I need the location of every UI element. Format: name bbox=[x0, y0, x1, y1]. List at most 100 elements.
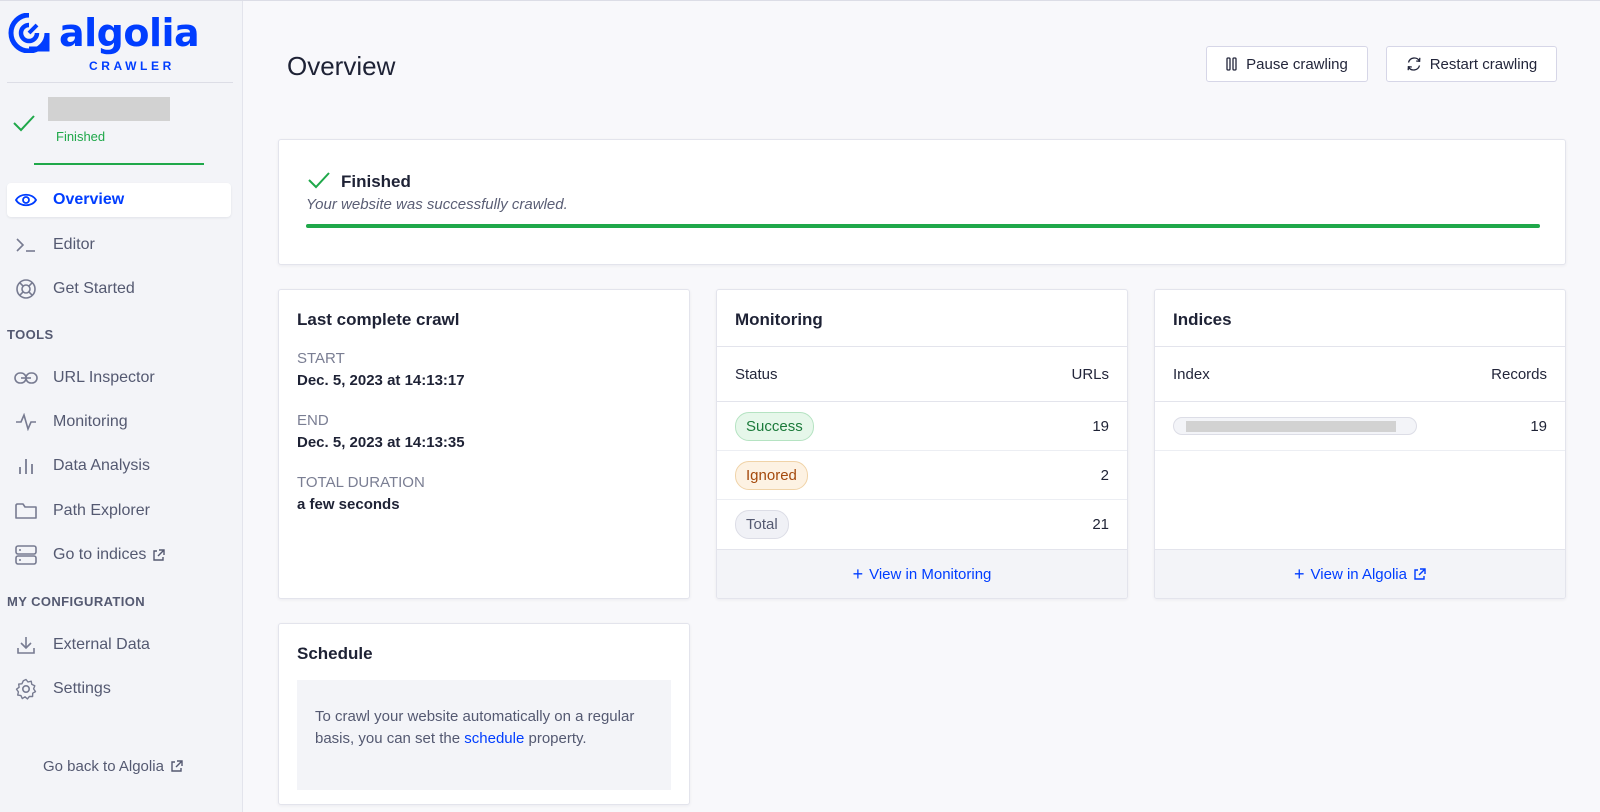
eye-icon bbox=[13, 189, 39, 211]
download-icon bbox=[13, 634, 39, 656]
activity-icon bbox=[13, 411, 39, 433]
sidebar-item-label: Settings bbox=[53, 680, 111, 697]
restart-crawling-button[interactable]: Restart crawling bbox=[1386, 46, 1557, 82]
sidebar-item-overview[interactable]: Overview bbox=[7, 183, 231, 217]
table-header: Status URLs bbox=[717, 346, 1127, 402]
start-value: Dec. 5, 2023 at 14:13:17 bbox=[297, 372, 465, 389]
column-header-index: Index bbox=[1173, 365, 1210, 383]
external-link-icon bbox=[171, 760, 183, 772]
card-title: Monitoring bbox=[735, 310, 823, 329]
status-badge-total: Total bbox=[735, 510, 789, 539]
brand-product: CRAWLER bbox=[89, 59, 175, 73]
server-icon bbox=[13, 544, 39, 566]
last-complete-crawl-card: Last complete crawl START Dec. 5, 2023 a… bbox=[278, 289, 690, 599]
column-header-status: Status bbox=[735, 365, 778, 383]
go-back-to-algolia-link[interactable]: Go back to Algolia bbox=[43, 758, 183, 775]
sidebar-item-editor[interactable]: Editor bbox=[7, 228, 231, 262]
schedule-card: Schedule To crawl your website automatic… bbox=[278, 623, 690, 805]
record-count: 19 bbox=[1530, 417, 1547, 435]
tools-heading: TOOLS bbox=[7, 327, 54, 342]
check-icon bbox=[13, 115, 35, 132]
sidebar-item-label: Monitoring bbox=[53, 413, 128, 430]
sidebar-item-label: Overview bbox=[53, 191, 125, 208]
sidebar-item-label: URL Inspector bbox=[53, 369, 155, 386]
my-configuration-heading: MY CONFIGURATION bbox=[7, 594, 146, 609]
sidebar-item-settings[interactable]: Settings bbox=[7, 672, 231, 706]
schedule-link[interactable]: schedule bbox=[464, 730, 524, 747]
duration-label: TOTAL DURATION bbox=[297, 474, 425, 491]
end-value: Dec. 5, 2023 at 14:13:35 bbox=[297, 434, 465, 451]
plus-icon: + bbox=[1294, 564, 1305, 584]
sidebar-item-url-inspector[interactable]: URL Inspector bbox=[7, 361, 231, 395]
sidebar-item-external-data[interactable]: External Data bbox=[7, 628, 231, 662]
crawler-status-underline bbox=[34, 163, 204, 165]
pause-label: Pause crawling bbox=[1246, 55, 1348, 73]
check-icon bbox=[308, 172, 330, 189]
table-row: Success 19 bbox=[717, 402, 1127, 451]
external-link-icon bbox=[153, 548, 166, 561]
status-badge-ignored: Ignored bbox=[735, 460, 808, 490]
card-title: Schedule bbox=[297, 644, 373, 663]
crawler-status[interactable]: Finished bbox=[12, 97, 228, 165]
footer-label: View in Monitoring bbox=[869, 565, 992, 583]
crawl-progress-bar bbox=[306, 224, 1540, 228]
url-count: 21 bbox=[1092, 516, 1109, 533]
go-back-label: Go back to Algolia bbox=[43, 758, 164, 775]
footer-label: View in Algolia bbox=[1310, 565, 1407, 583]
sidebar-item-monitoring[interactable]: Monitoring bbox=[7, 405, 231, 439]
table-header: Index Records bbox=[1155, 346, 1565, 402]
progress-fill bbox=[306, 224, 1540, 228]
duration-value: a few seconds bbox=[297, 496, 400, 513]
view-in-algolia-link[interactable]: + View in Algolia bbox=[1155, 549, 1565, 598]
card-title: Last complete crawl bbox=[297, 310, 460, 329]
crawler-state: Finished bbox=[56, 129, 106, 144]
end-label: END bbox=[297, 412, 329, 429]
link-icon bbox=[13, 367, 39, 389]
sidebar-item-go-to-indices[interactable]: Go to indices bbox=[7, 538, 231, 572]
column-header-records: Records bbox=[1491, 365, 1547, 383]
terminal-icon bbox=[13, 234, 39, 256]
algolia-crawler-logo[interactable]: algolia CRAWLER bbox=[7, 11, 233, 83]
view-in-monitoring-link[interactable]: + View in Monitoring bbox=[717, 549, 1127, 598]
pause-icon bbox=[1226, 57, 1237, 71]
sidebar-item-label: Get Started bbox=[53, 280, 135, 297]
gear-icon bbox=[13, 678, 39, 700]
sidebar-item-get-started[interactable]: Get Started bbox=[7, 272, 231, 306]
schedule-info-box: To crawl your website automatically on a… bbox=[297, 680, 671, 790]
sidebar-item-label: Editor bbox=[53, 236, 95, 253]
url-count: 2 bbox=[1100, 466, 1109, 484]
column-header-urls: URLs bbox=[1071, 365, 1109, 383]
indices-card: Indices Index Records 19 + View in Algol… bbox=[1154, 289, 1566, 599]
index-name-redacted[interactable] bbox=[1173, 417, 1417, 435]
plus-icon: + bbox=[852, 564, 864, 584]
sidebar-item-data-analysis[interactable]: Data Analysis bbox=[7, 449, 231, 483]
card-title: Indices bbox=[1173, 310, 1232, 329]
folder-icon bbox=[13, 500, 39, 522]
crawl-status-card: Finished Your website was successfully c… bbox=[278, 139, 1566, 265]
status-description: Your website was successfully crawled. bbox=[306, 196, 568, 213]
status-title: Finished bbox=[341, 172, 411, 191]
brand-name: algolia bbox=[59, 11, 200, 55]
table-row: 19 bbox=[1155, 402, 1565, 451]
sidebar-item-label: Path Explorer bbox=[53, 502, 150, 519]
url-count: 19 bbox=[1092, 417, 1109, 435]
pause-crawling-button[interactable]: Pause crawling bbox=[1206, 46, 1368, 82]
table-row: Ignored 2 bbox=[717, 451, 1127, 500]
start-label: START bbox=[297, 350, 345, 367]
status-badge-success: Success bbox=[735, 411, 814, 441]
algolia-logo-icon bbox=[8, 13, 50, 53]
sidebar-item-path-explorer[interactable]: Path Explorer bbox=[7, 494, 231, 528]
bar-chart-icon bbox=[13, 455, 39, 477]
sidebar: algolia CRAWLER Finished Overview Editor… bbox=[0, 1, 243, 812]
page-title: Overview bbox=[287, 51, 396, 81]
external-link-icon bbox=[1414, 567, 1426, 580]
sidebar-item-label: Go to indices bbox=[53, 546, 147, 563]
restart-label: Restart crawling bbox=[1429, 55, 1538, 73]
monitoring-card: Monitoring Status URLs Success 19 Ignore… bbox=[716, 289, 1128, 599]
refresh-icon bbox=[1407, 57, 1421, 71]
lifebuoy-icon bbox=[13, 278, 39, 300]
redaction-block bbox=[1186, 421, 1396, 432]
schedule-text-after: property. bbox=[528, 730, 587, 747]
sidebar-item-label: Data Analysis bbox=[53, 457, 150, 474]
sidebar-item-label: External Data bbox=[53, 636, 150, 653]
